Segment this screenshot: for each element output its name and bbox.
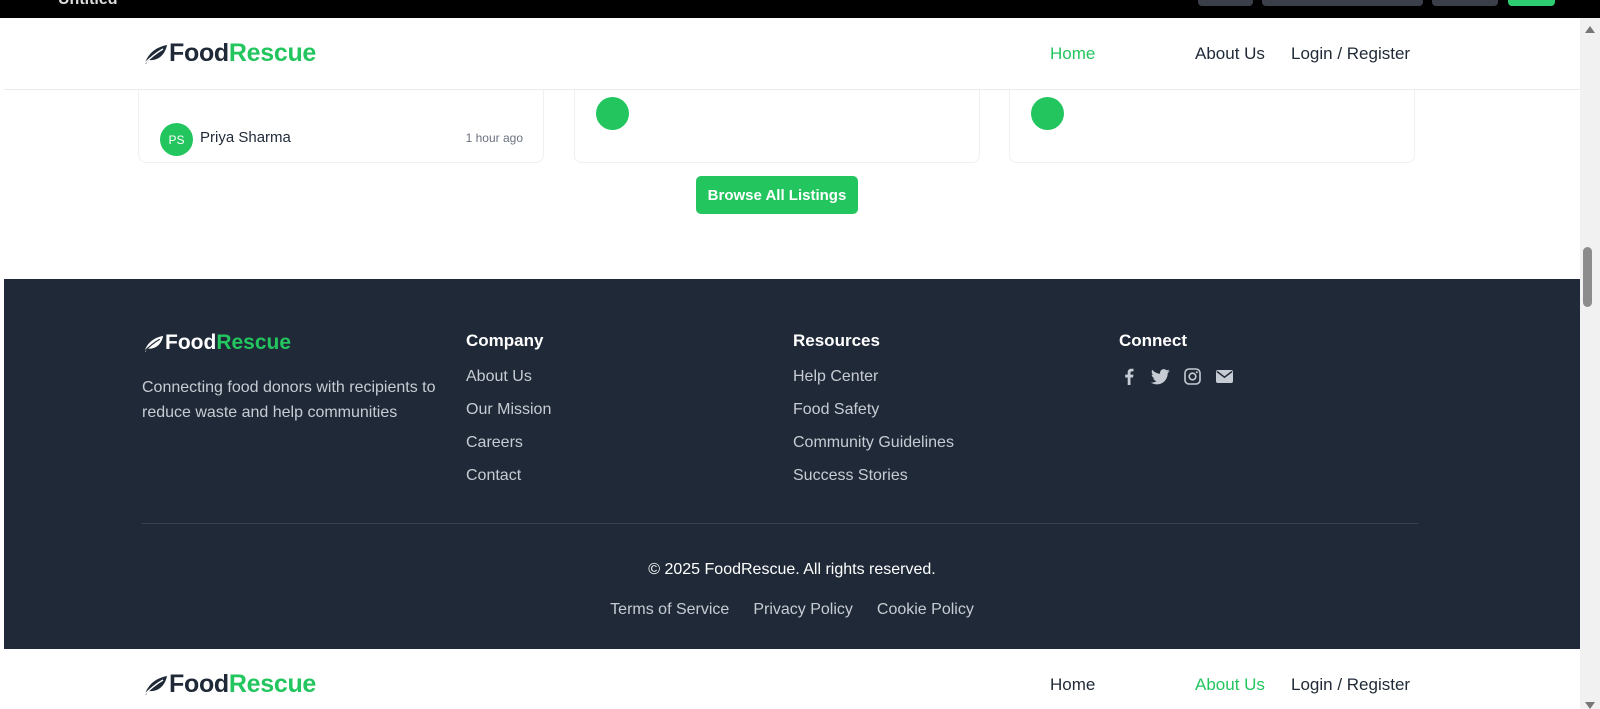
- social-icons: [1119, 367, 1234, 386]
- brand-logo[interactable]: Food Rescue: [142, 670, 316, 699]
- footer-link-food-safety[interactable]: Food Safety: [793, 400, 954, 433]
- toolbar-button[interactable]: [1432, 0, 1498, 6]
- avatar: [1031, 97, 1064, 130]
- toolbar-action-button[interactable]: [1508, 0, 1555, 6]
- envelope-icon[interactable]: [1215, 367, 1234, 386]
- footer-company-heading: Company: [466, 331, 544, 350]
- nav-home[interactable]: Home: [1050, 675, 1095, 695]
- browser-top-strip: Untitled: [0, 0, 1600, 18]
- footer-link-our-mission[interactable]: Our Mission: [466, 400, 551, 433]
- toolbar-address-field[interactable]: [1262, 0, 1423, 6]
- scrollbar-thumb[interactable]: [1583, 247, 1592, 307]
- avatar: PS: [160, 123, 193, 156]
- nav-login-register[interactable]: Login / Register: [1291, 44, 1410, 64]
- footer-link-success-stories[interactable]: Success Stories: [793, 466, 954, 499]
- terms-of-service-link[interactable]: Terms of Service: [610, 601, 729, 619]
- brand-name-part2: Rescue: [228, 670, 317, 698]
- leaf-icon: [143, 675, 167, 695]
- copyright-text: © 2025 FoodRescue. All rights reserved.: [648, 561, 936, 578]
- footer-link-help-center[interactable]: Help Center: [793, 367, 954, 400]
- footer-brand-logo[interactable]: Food Rescue: [142, 331, 291, 355]
- footer-resources-heading: Resources: [793, 331, 880, 350]
- footer-link-contact[interactable]: Contact: [466, 466, 551, 499]
- page-viewport: PS Priya Sharma 1 hour ago Food Rescue Ho…: [4, 18, 1580, 709]
- legal-links: Terms of Service Privacy Policy Cookie P…: [4, 601, 1580, 619]
- twitter-icon[interactable]: [1151, 367, 1170, 386]
- footer-company-column: Company About Us Our Mission Careers Con…: [466, 331, 551, 499]
- footer-resources-column: Resources Help Center Food Safety Commun…: [793, 331, 954, 499]
- footer-brand-part2: Rescue: [216, 331, 292, 354]
- donor-name: Priya Sharma: [200, 129, 291, 146]
- brand-name-part1: Food: [169, 670, 229, 698]
- footer-connect-column: Connect: [1119, 331, 1234, 386]
- nav-home[interactable]: Home: [1050, 44, 1095, 64]
- cookie-policy-link[interactable]: Cookie Policy: [877, 601, 974, 619]
- browse-all-listings-button[interactable]: Browse All Listings: [696, 176, 858, 214]
- brand-name-part1: Food: [169, 39, 229, 67]
- second-navbar: Food Rescue Home About Us Login / Registe…: [4, 649, 1580, 709]
- top-navbar: Food Rescue Home About Us Login / Registe…: [4, 18, 1580, 90]
- footer-brand-part1: Food: [165, 331, 217, 354]
- listing-time: 1 hour ago: [465, 131, 523, 145]
- footer-divider: [142, 523, 1418, 524]
- leaf-icon: [143, 335, 164, 352]
- nav-login-register[interactable]: Login / Register: [1291, 675, 1410, 695]
- footer-link-about-us[interactable]: About Us: [466, 367, 551, 400]
- footer-link-careers[interactable]: Careers: [466, 433, 551, 466]
- brand-logo[interactable]: Food Rescue: [142, 39, 316, 68]
- toolbar-button[interactable]: [1198, 0, 1253, 6]
- vertical-scrollbar[interactable]: [1580, 18, 1600, 709]
- privacy-policy-link[interactable]: Privacy Policy: [753, 601, 853, 619]
- footer-link-community-guidelines[interactable]: Community Guidelines: [793, 433, 954, 466]
- facebook-icon[interactable]: [1119, 367, 1138, 386]
- scroll-down-arrow-icon[interactable]: [1585, 702, 1595, 709]
- site-footer: Food Rescue Connecting food donors with r…: [4, 279, 1580, 649]
- footer-description: Connecting food donors with recipients t…: [142, 379, 436, 421]
- leaf-icon: [143, 44, 167, 64]
- footer-connect-heading: Connect: [1119, 331, 1187, 350]
- instagram-icon[interactable]: [1183, 367, 1202, 386]
- window-title: Untitled: [58, 0, 118, 9]
- avatar: [596, 97, 629, 130]
- scroll-up-arrow-icon[interactable]: [1585, 26, 1595, 33]
- nav-about[interactable]: About Us: [1195, 44, 1265, 64]
- brand-name-part2: Rescue: [228, 39, 317, 67]
- nav-about[interactable]: About Us: [1195, 675, 1265, 695]
